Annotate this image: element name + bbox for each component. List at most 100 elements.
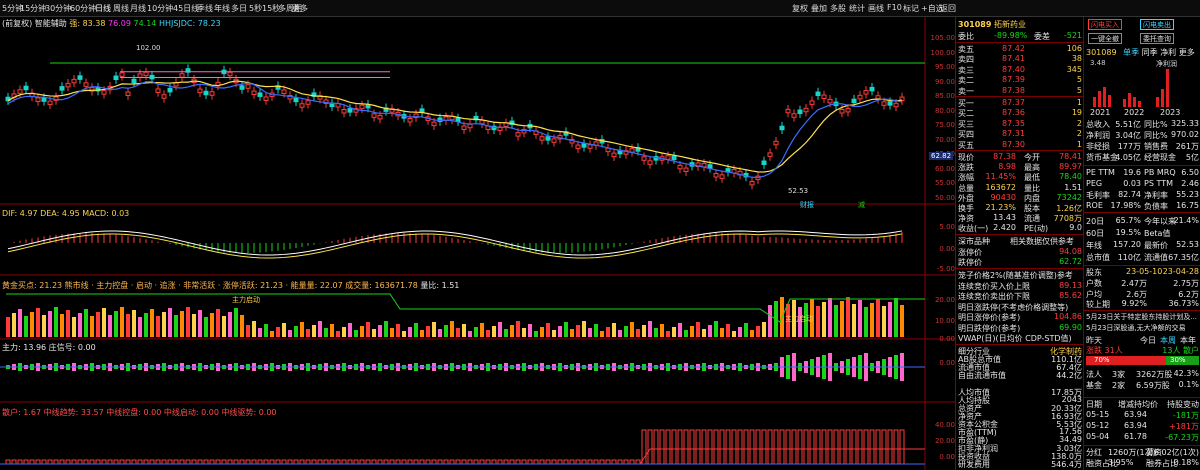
period-month[interactable]: 月线 xyxy=(130,3,146,14)
period-year[interactable]: 年线 xyxy=(214,3,230,14)
tool-fuquan[interactable]: 复权 xyxy=(792,3,808,14)
ask-row[interactable]: 卖五 87.42 106 xyxy=(958,44,1082,54)
candle-body xyxy=(641,156,647,161)
tool-stats[interactable]: 统计 xyxy=(849,3,865,14)
period-30min[interactable]: 30分钟 xyxy=(45,3,71,14)
ratio-row-value: 16.75 xyxy=(1176,201,1199,210)
pane5-bar xyxy=(311,459,317,465)
tool-f10[interactable]: F10 xyxy=(887,3,902,12)
quote-label: 现价 xyxy=(958,153,974,162)
pane5-bar xyxy=(599,459,605,465)
period-season[interactable]: 季线 xyxy=(197,3,213,14)
ratio-row: PE TTM 19.6 PB MRQ 6.50 xyxy=(1086,168,1199,178)
flash-buy-button[interactable]: 闪电买入 xyxy=(1088,19,1122,30)
candle-body xyxy=(407,118,413,123)
volume-bar xyxy=(180,311,184,337)
volume-bar xyxy=(828,298,832,337)
order-query-button[interactable]: 委托查询 xyxy=(1140,33,1174,44)
ask-row[interactable]: 卖二 87.39 5 xyxy=(958,75,1082,85)
volume-bar xyxy=(270,331,274,337)
tab-quarter[interactable]: 单季 xyxy=(1123,48,1139,57)
pane5-bar xyxy=(791,429,797,465)
volume-bar xyxy=(522,328,526,337)
bid-row[interactable]: 买一 87.37 1 xyxy=(958,98,1082,108)
ratio-row-value: 82.74 xyxy=(1118,190,1141,199)
period-toolbar: 5分钟 15分钟 30分钟 60分钟 日线 周线 月线 10分钟 45日线 季线… xyxy=(0,0,1200,17)
trades-col: 增减持均价 xyxy=(1118,400,1158,409)
trades-col: 持股变动 xyxy=(1167,400,1199,409)
tab-same-quarter[interactable]: 同季 xyxy=(1142,48,1158,57)
pane5-bar xyxy=(137,459,143,465)
volume-bar xyxy=(360,326,364,337)
flow-tab-yesterday[interactable]: 昨天 xyxy=(1086,336,1102,345)
tool-overlay[interactable]: 叠加 xyxy=(811,3,827,14)
price-axis-label: 105.00 xyxy=(930,34,956,42)
volume-bar xyxy=(870,303,874,337)
volume-bar xyxy=(666,331,670,337)
profit-bars xyxy=(1093,69,1169,107)
volume-bar xyxy=(294,326,298,337)
bid-row[interactable]: 买二 87.36 19 xyxy=(958,108,1082,118)
period-15min[interactable]: 15分钟 xyxy=(20,3,46,14)
bid-row[interactable]: 买五 87.30 1 xyxy=(958,140,1082,150)
limit-down-label: 跌停价 xyxy=(958,258,982,267)
cancel-all-button[interactable]: 一键全撤 xyxy=(1088,33,1122,44)
fin-row-value: 3.04亿 xyxy=(1115,131,1141,140)
pane5-bar xyxy=(287,459,293,465)
perf-row-label: 今年以来 xyxy=(1144,217,1176,226)
fin-row-label: 销售费 xyxy=(1144,142,1168,151)
ask-row[interactable]: 卖四 87.41 38 xyxy=(958,54,1082,64)
macd-axis-bot: -5.00 xyxy=(936,265,955,273)
candle-body xyxy=(551,138,557,143)
tool-draw[interactable]: 画线 xyxy=(868,3,884,14)
pane3-header: 黄金买点: 21.23 熊市线 · 主力控盘 · 启动 · 追涨 · 非常活跃 … xyxy=(2,280,459,291)
period-5sec[interactable]: 5秒 xyxy=(249,3,262,14)
fund-shares: 3262万股 xyxy=(1136,370,1173,379)
period-60min[interactable]: 60分钟 xyxy=(70,3,96,14)
tool-mark[interactable]: 标记 xyxy=(903,3,919,14)
bid-row[interactable]: 买三 87.35 2 xyxy=(958,119,1082,129)
pane5-bar xyxy=(485,459,491,465)
volume-bar xyxy=(540,327,544,337)
volume-bar xyxy=(702,329,706,337)
bid-row[interactable]: 买四 87.31 2 xyxy=(958,129,1082,139)
volume-bar xyxy=(114,311,118,337)
tab-net-profit[interactable]: 净利 xyxy=(1160,48,1176,57)
candle-body xyxy=(587,144,593,149)
pane5-bar xyxy=(581,459,587,465)
period-week[interactable]: 周线 xyxy=(113,3,129,14)
tab-more[interactable]: 更多 xyxy=(1179,48,1195,57)
period-multiday[interactable]: 多日 xyxy=(231,3,247,14)
tool-back[interactable]: 返回 xyxy=(940,3,956,14)
pane5-bar xyxy=(443,459,449,465)
quote-label: 换手 xyxy=(958,204,974,213)
quote-row: 总量 163672 量比 1.51 xyxy=(958,183,1082,193)
pane5-bar xyxy=(11,459,17,465)
news-item-1[interactable]: 5月23日关于特定股东持股计划及... xyxy=(1086,312,1197,322)
kline-chart-area[interactable]: (前复权) 智能辅助 强: 83.38 76.09 74.14 HHJSJDC:… xyxy=(0,17,955,470)
candle-body xyxy=(161,94,167,99)
pane5-bar xyxy=(281,459,287,465)
volume-bar xyxy=(66,310,70,337)
perf-row-value: 21.4% xyxy=(1173,216,1199,225)
candle-body xyxy=(197,88,203,94)
pane5-bar xyxy=(209,459,215,465)
volume-bar xyxy=(18,309,22,337)
ask-row[interactable]: 卖三 87.40 345 xyxy=(958,65,1082,75)
news-item-2[interactable]: 5月23日深股通,无大净额的交易 xyxy=(1086,323,1186,333)
period-10min[interactable]: 10分钟 xyxy=(147,3,173,14)
candle-body xyxy=(773,140,779,146)
period-more[interactable]: 更多 xyxy=(292,3,308,14)
period-day[interactable]: 日线 xyxy=(95,3,111,14)
ask-row[interactable]: 卖一 87.38 5 xyxy=(958,86,1082,96)
tool-multistock[interactable]: 多股 xyxy=(830,3,846,14)
perf-row-label: 最新价 xyxy=(1144,241,1168,250)
candle-body xyxy=(41,97,47,102)
price-axis-label: 90.00 xyxy=(934,77,955,86)
pane5-bar xyxy=(809,429,815,465)
volume-bar xyxy=(900,305,904,337)
quote-label: 涨幅 xyxy=(958,173,974,183)
flash-sell-button[interactable]: 闪电卖出 xyxy=(1140,19,1174,30)
period-45day[interactable]: 45日线 xyxy=(173,3,199,14)
pane5-bar xyxy=(533,459,539,465)
